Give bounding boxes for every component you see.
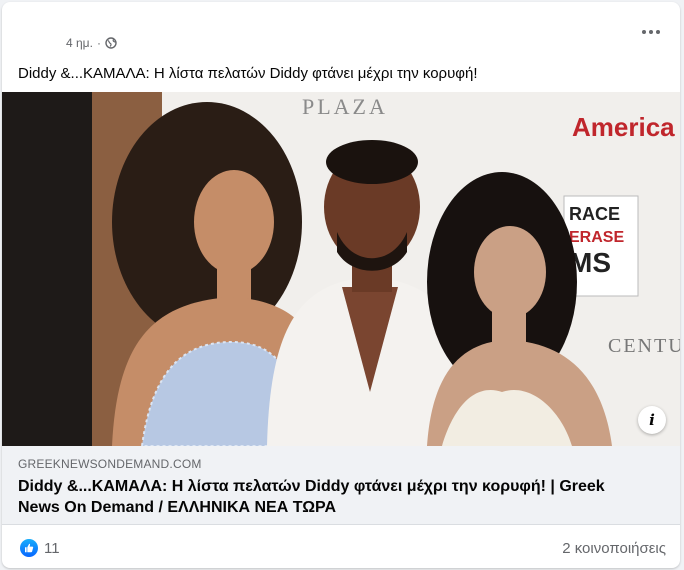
post-footer: 11 2 κοινοποιήσεις <box>2 525 680 568</box>
link-title: Diddy &...ΚΑΜΑΛΑ: Η λίστα πελατών Diddy … <box>18 478 605 516</box>
backdrop-erase-text: ERASE <box>569 229 624 246</box>
post-meta: 4 ημ. · <box>66 36 117 50</box>
shares-count[interactable]: 2 κοινοποιήσεις <box>562 540 666 557</box>
backdrop-brand-text: America <box>572 112 675 142</box>
like-icon[interactable] <box>20 539 38 557</box>
backdrop-hotel-text: PLAZA <box>302 94 388 119</box>
photo-illustration: PLAZA America RACE ERASE MS CENTUR <box>2 92 680 446</box>
backdrop-race-text: RACE <box>569 204 620 224</box>
info-icon[interactable]: i <box>638 406 666 434</box>
link-domain: GREEKNEWSONDEMAND.COM <box>18 457 202 471</box>
post-text: Diddy &...ΚΑΜΑΛΑ: Η λίστα πελατών Diddy … <box>18 65 478 82</box>
more-options-icon[interactable] <box>638 22 664 42</box>
post-timestamp[interactable]: 4 ημ. <box>66 36 93 50</box>
like-count[interactable]: 11 <box>44 540 60 557</box>
globe-icon <box>105 37 117 49</box>
meta-separator: · <box>96 36 101 50</box>
backdrop-center-text: CENTUR <box>608 335 680 357</box>
link-preview[interactable]: GREEKNEWSONDEMAND.COM Diddy &...ΚΑΜΑΛΑ: … <box>2 446 680 525</box>
thumbs-up-icon <box>25 543 34 553</box>
feed-post: 4 ημ. · Diddy &...ΚΑΜΑΛΑ: Η λίστα πελατώ… <box>2 2 680 568</box>
post-image[interactable]: PLAZA America RACE ERASE MS CENTUR <box>2 92 680 446</box>
